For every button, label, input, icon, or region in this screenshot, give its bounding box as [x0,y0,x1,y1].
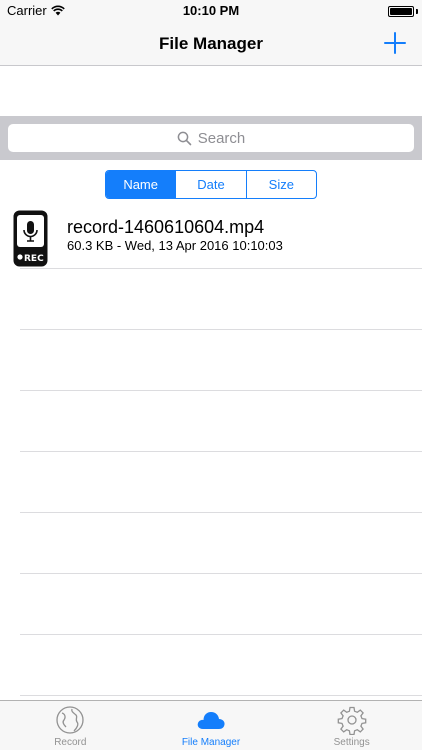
tab-record[interactable]: Record [0,701,141,750]
row-separator [20,451,422,452]
row-separator [20,329,422,330]
list-item[interactable]: REC record-1460610604.mp4 60.3 KB - Wed,… [0,207,422,269]
segment-date[interactable]: Date [175,171,245,198]
row-separator [20,390,422,391]
tab-label: Record [54,737,87,748]
status-bar: Carrier 10:10 PM [0,0,422,22]
nav-bar: File Manager [0,22,422,66]
segment-name[interactable]: Name [106,171,176,198]
recorder-icon: REC [13,210,48,267]
tab-bar: Record File Manager Settings [0,700,422,750]
row-separator [20,512,422,513]
page-title: File Manager [159,34,263,53]
file-name: record-1460610604.mp4 [67,217,265,237]
recorder-icon-label: REC [24,254,44,264]
tab-label: File Manager [181,737,241,748]
globe-icon [56,706,84,734]
battery-tip [416,9,418,14]
cloud-icon [197,712,225,729]
search-placeholder: Search [197,129,246,147]
segment-size[interactable]: Size [245,171,316,198]
tab-settings[interactable]: Settings [281,701,422,750]
search-bar: Search [0,116,422,160]
plus-icon[interactable] [382,30,408,56]
row-separator [20,695,422,696]
battery-icon [388,6,414,17]
tab-file-manager[interactable]: File Manager [141,701,282,750]
row-separator [20,573,422,574]
sort-segmented-control: Name Date Size [105,170,317,199]
tab-label: Settings [333,737,370,748]
search-icon [177,131,192,145]
gear-icon [337,706,367,735]
file-meta: 60.3 KB - Wed, 13 Apr 2016 10:10:03 [67,238,283,253]
status-time: 10:10 PM [182,3,240,18]
row-separator [20,634,422,635]
row-separator [20,268,422,269]
search-input[interactable]: Search [8,124,414,152]
